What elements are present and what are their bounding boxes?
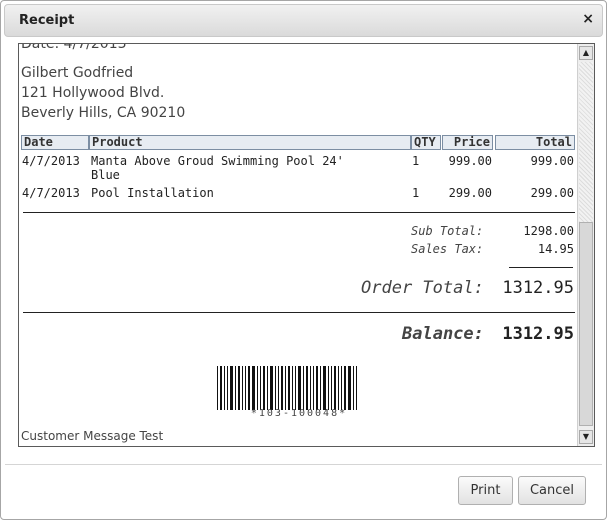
balance-value: 1312.95 [502, 324, 574, 344]
dialog-title: Receipt [19, 13, 75, 28]
barcode-bar [298, 366, 301, 410]
scroll-down-icon[interactable]: ▼ [579, 430, 593, 444]
customer-address-line2: Beverly Hills, CA 90210 [21, 105, 186, 121]
item-product: Manta Above Groud Swimming Pool 24' [91, 154, 344, 168]
column-header-total: Total [495, 135, 575, 150]
barcode-bar [306, 366, 308, 410]
item-price: 299.00 [448, 186, 492, 200]
barcode-bar [252, 366, 255, 410]
subtotal-divider [509, 267, 573, 268]
barcode-bar [288, 366, 290, 410]
barcode-bar [356, 366, 357, 410]
close-icon[interactable]: × [582, 11, 594, 27]
scroll-up-icon[interactable]: ▲ [579, 46, 593, 60]
item-product: Pool Installation [91, 186, 214, 200]
customer-address-line1: 121 Hollywood Blvd. [21, 85, 165, 101]
scrollbar-track[interactable] [579, 62, 593, 222]
barcode-bar [281, 366, 283, 410]
barcode-bar [338, 366, 339, 410]
barcode-bar [285, 366, 286, 410]
sales-tax-value: 14.95 [537, 242, 574, 256]
barcode-bar [323, 366, 326, 410]
column-header-price: Price [442, 135, 493, 150]
barcode-bar [344, 366, 346, 410]
column-header-qty: QTY [411, 135, 441, 150]
barcode-bar [295, 366, 296, 410]
scrollbar-thumb[interactable] [579, 222, 593, 426]
item-total: 299.00 [530, 186, 574, 200]
subtotal-label: Sub Total: [411, 224, 484, 238]
receipt-frame: Date: 4/7/2013 Gilbert Godfried 121 Holl… [18, 43, 595, 447]
subtotal-value: 1298.00 [523, 224, 574, 238]
item-total: 999.00 [530, 154, 574, 168]
item-product-continued: Blue [91, 168, 120, 182]
barcode-bar [278, 366, 279, 410]
barcode-bar [227, 366, 228, 410]
customer-name: Gilbert Godfried [21, 65, 134, 81]
barcode-bar [275, 366, 276, 410]
barcode-bar [230, 366, 233, 410]
barcode-bar [320, 366, 321, 410]
receipt-content: Date: 4/7/2013 Gilbert Godfried 121 Holl… [19, 44, 577, 446]
barcode-bar [267, 366, 268, 410]
barcode-bar [334, 366, 336, 410]
barcode-bar [260, 366, 261, 410]
customer-message: Customer Message Test [21, 429, 164, 443]
barcode-bar [257, 366, 258, 410]
barcode-image [217, 366, 381, 410]
barcode-bar [242, 366, 243, 410]
column-header-date: Date [21, 135, 89, 150]
barcode-bar [341, 366, 342, 410]
cancel-button[interactable]: Cancel [518, 476, 586, 505]
barcode-bar [292, 366, 293, 410]
barcode-bar [224, 366, 225, 410]
column-header-product: Product [89, 135, 411, 150]
receipt-dialog: Receipt × Date: 4/7/2013 Gilbert Godfrie… [0, 0, 607, 520]
barcode-bar [270, 366, 273, 410]
barcode-bar [348, 366, 351, 410]
barcode-number: *103-100048* [250, 408, 348, 419]
balance-label: Balance: [402, 324, 484, 344]
barcode-bar [310, 366, 311, 410]
barcode-bar [238, 366, 240, 410]
order-total-label: Order Total: [361, 278, 484, 298]
sales-tax-label: Sales Tax: [411, 242, 484, 256]
receipt-date: Date: 4/7/2013 [21, 43, 127, 52]
barcode-bar [248, 366, 250, 410]
item-qty: 1 [412, 154, 420, 168]
vertical-scrollbar[interactable]: ▲ ▼ [577, 44, 594, 446]
dialog-titlebar[interactable]: Receipt × [4, 4, 603, 37]
print-button[interactable]: Print [458, 476, 513, 505]
item-qty: 1 [412, 186, 420, 200]
barcode-bar [235, 366, 236, 410]
barcode-bar [220, 366, 222, 410]
barcode-bar [245, 366, 246, 410]
total-divider [23, 312, 575, 313]
order-total-value: 1312.95 [502, 278, 574, 298]
item-price: 999.00 [448, 154, 492, 168]
barcode-bar [353, 366, 354, 410]
barcode-bar [316, 366, 318, 410]
barcode-bar [217, 366, 218, 410]
items-divider [23, 212, 575, 213]
barcode-bar [263, 366, 265, 410]
barcode-bar [331, 366, 332, 410]
barcode-bar [303, 366, 304, 410]
barcode-bar [328, 366, 329, 410]
item-date: 4/7/2013 [22, 186, 80, 200]
item-date: 4/7/2013 [22, 154, 80, 168]
footer-divider [5, 464, 602, 465]
barcode-bar [313, 366, 314, 410]
